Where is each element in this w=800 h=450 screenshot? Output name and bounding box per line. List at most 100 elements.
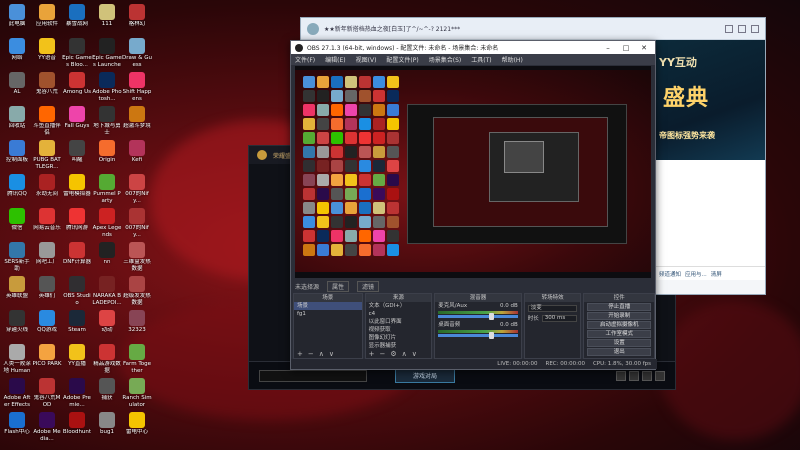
- desktop-icon[interactable]: SERS新手助: [2, 240, 32, 278]
- desktop-icon[interactable]: Fall Guys: [62, 104, 92, 142]
- desktop-icon[interactable]: DNF计算器: [62, 240, 92, 278]
- tray-icon[interactable]: [655, 370, 665, 381]
- down-icon[interactable]: ∨: [412, 350, 417, 358]
- desktop-icon[interactable]: YY语音: [32, 36, 62, 74]
- desktop-icon[interactable]: OBS Studio: [62, 274, 92, 312]
- desktop-icon[interactable]: 英雄联盟: [2, 274, 32, 312]
- desktop-icon[interactable]: AL: [2, 70, 32, 108]
- desktop-icon[interactable]: 雷电中心: [122, 410, 152, 448]
- remove-icon[interactable]: −: [379, 350, 385, 358]
- desktop-icon[interactable]: 动动: [92, 308, 122, 346]
- menu-file[interactable]: 文件(F): [295, 55, 315, 64]
- gear-icon[interactable]: ⚙: [390, 350, 396, 358]
- play-button[interactable]: 游戏对局: [395, 368, 455, 383]
- chat-panel[interactable]: 频道通知 应用与... 清屏: [655, 160, 765, 280]
- list-item[interactable]: c4: [366, 310, 432, 318]
- desktop-icon[interactable]: 控制面板: [2, 138, 32, 176]
- maximize-icon[interactable]: □: [619, 44, 633, 52]
- studio-mode-button[interactable]: 工作室模式: [587, 330, 651, 338]
- desktop-icon[interactable]: 鬼谷八荒MOD: [32, 376, 62, 414]
- desktop-icon[interactable]: 三维盒发热数据: [122, 240, 152, 278]
- desktop-icon[interactable]: 鬼谷八荒: [32, 70, 62, 108]
- desktop-icon[interactable]: 永劫无间: [32, 172, 62, 210]
- menu-profile[interactable]: 配置文件(P): [386, 55, 418, 64]
- desktop-icon[interactable]: 地下城与勇士: [92, 104, 122, 142]
- volume-slider[interactable]: [438, 313, 518, 320]
- menu-scene-collection[interactable]: 场景集合(S): [429, 55, 462, 64]
- desktop-icon[interactable]: 微信: [2, 206, 32, 244]
- desktop-icon[interactable]: Adobe Media...: [32, 410, 62, 448]
- menu-edit[interactable]: 编辑(E): [325, 55, 345, 64]
- desktop-icon[interactable]: 网易云音乐: [32, 206, 62, 244]
- settings-button[interactable]: 设置: [587, 339, 651, 347]
- promo-banner[interactable]: YY互动 盛典 帝图标强势来袭: [655, 40, 765, 160]
- desktop-icon[interactable]: 格林幻: [122, 2, 152, 40]
- down-icon[interactable]: ∨: [329, 350, 334, 358]
- desktop-icon[interactable]: 穿越火线: [2, 308, 32, 346]
- duration-input[interactable]: 300 ms: [541, 314, 578, 322]
- desktop-icon[interactable]: PICO PARK: [32, 342, 62, 380]
- properties-button[interactable]: 属性: [327, 280, 350, 292]
- launcher-chat-input[interactable]: [259, 369, 367, 382]
- channel-notice-link[interactable]: 频道通知: [659, 270, 681, 278]
- filters-button[interactable]: 滤镜: [357, 280, 380, 292]
- desktop-icon[interactable]: 007的Nify...: [122, 206, 152, 244]
- menu-tools[interactable]: 工具(T): [471, 55, 491, 64]
- desktop-icon[interactable]: NARAKA BLADEPOI...: [92, 274, 122, 312]
- desktop-icon[interactable]: Origin: [92, 138, 122, 176]
- stop-streaming-button[interactable]: 停止直播: [587, 303, 651, 311]
- list-item[interactable]: fg1: [294, 310, 362, 318]
- list-item[interactable]: 以此窗口界面: [366, 318, 432, 326]
- desktop-icon[interactable]: 腾讯网游: [62, 206, 92, 244]
- start-recording-button[interactable]: 开始录制: [587, 312, 651, 320]
- desktop-icon[interactable]: bug1: [92, 410, 122, 448]
- close-icon[interactable]: [751, 24, 759, 33]
- desktop-icon[interactable]: 超级发发热数据: [122, 274, 152, 312]
- desktop-icon[interactable]: 人类一败涂地 Human Fa...: [2, 342, 32, 380]
- obs-preview[interactable]: [295, 66, 651, 278]
- desktop-icon[interactable]: 网吧工厂: [32, 240, 62, 278]
- desktop-icon[interactable]: Adobe Premie...: [62, 376, 92, 414]
- desktop-icon[interactable]: 暴雪战网: [62, 2, 92, 40]
- desktop-icon[interactable]: Shift Happens: [122, 70, 152, 108]
- desktop-icon[interactable]: YY直播: [62, 342, 92, 380]
- list-item[interactable]: 视频获取: [366, 326, 432, 334]
- desktop-icon[interactable]: Epic Games Launcher: [92, 36, 122, 74]
- tray-icon[interactable]: [629, 370, 639, 381]
- desktop-icon[interactable]: 腾讯QQ: [2, 172, 32, 210]
- desktop-icon[interactable]: Adobe Photosh...: [92, 70, 122, 108]
- desktop-icon[interactable]: 斗鱼直播伴侣: [32, 104, 62, 142]
- menu-help[interactable]: 帮助(H): [502, 55, 523, 64]
- obs-window[interactable]: OBS 27.1.3 (64-bit, windows) - 配置文件: 未命名…: [290, 40, 657, 370]
- desktop-icon[interactable]: Flash中心: [2, 410, 32, 448]
- desktop-icon[interactable]: 回收站: [2, 104, 32, 142]
- desktop-icon[interactable]: 超激斗梦境: [122, 104, 152, 142]
- maximize-icon[interactable]: [738, 24, 746, 33]
- desktop-icon[interactable]: Epic Games Bloo...: [62, 36, 92, 74]
- tray-icon[interactable]: [642, 370, 652, 381]
- list-item[interactable]: 场景: [294, 302, 362, 310]
- tray-icon[interactable]: [616, 370, 626, 381]
- desktop-icon[interactable]: 英雄们: [32, 274, 62, 312]
- desktop-icon[interactable]: 网络: [2, 36, 32, 74]
- desktop-icon[interactable]: 007的Nify...: [122, 172, 152, 210]
- desktop-icon[interactable]: Among Us: [62, 70, 92, 108]
- transition-select[interactable]: 淡变: [527, 304, 578, 312]
- desktop-icon[interactable]: Apex Legends: [92, 206, 122, 244]
- desktop-icon[interactable]: 雷电模拟器: [62, 172, 92, 210]
- desktop-icon[interactable]: Steam: [62, 308, 92, 346]
- apps-link[interactable]: 应用与...: [685, 270, 707, 278]
- minimize-icon[interactable]: –: [601, 44, 615, 52]
- desktop-icon[interactable]: 111: [92, 2, 122, 40]
- add-icon[interactable]: +: [369, 350, 375, 358]
- volume-slider[interactable]: [438, 332, 518, 339]
- menu-view[interactable]: 视图(V): [356, 55, 377, 64]
- up-icon[interactable]: ∧: [402, 350, 407, 358]
- list-item[interactable]: 文本（GDI+）: [366, 302, 432, 310]
- desktop-icon[interactable]: Farm Together: [122, 342, 152, 380]
- desktop-icon[interactable]: Pummel Party: [92, 172, 122, 210]
- exit-button[interactable]: 退出: [587, 348, 651, 356]
- desktop-icon[interactable]: 此电脑: [2, 2, 32, 40]
- desktop-icon[interactable]: nn: [92, 240, 122, 278]
- desktop-icon[interactable]: 32323: [122, 308, 152, 346]
